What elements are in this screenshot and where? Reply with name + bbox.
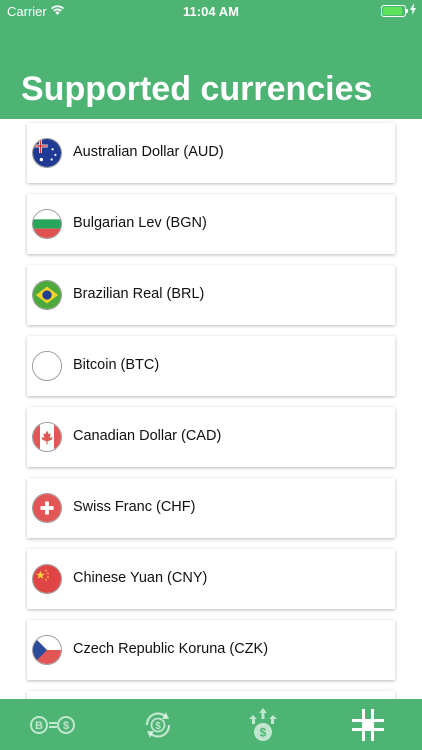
currency-row-czk[interactable]: Czech Republic Koruna (CZK) [27,620,395,680]
currency-label: Swiss Franc (CHF) [73,499,196,515]
tab-upload[interactable]: $ [233,699,293,750]
tab-refresh[interactable]: $ [128,699,188,750]
currency-row-chf[interactable]: Swiss Franc (CHF) [27,478,395,538]
clock: 11:04 AM [183,4,239,19]
czech-flag-icon [32,635,62,665]
currency-row-bgn[interactable]: Bulgarian Lev (BGN) [27,194,395,254]
charging-icon [410,3,416,18]
battery-icon [381,5,406,17]
currency-row-partial[interactable] [27,691,395,699]
currency-row-brl[interactable]: Brazilian Real (BRL) [27,265,395,325]
svg-text:$: $ [260,725,267,739]
status-bar: Carrier 11:04 AM [0,0,422,22]
canada-flag-icon [32,422,62,452]
tab-currencies[interactable] [338,699,398,750]
currency-label: Canadian Dollar (CAD) [73,428,222,444]
svg-text:$: $ [63,720,69,732]
currency-label: Czech Republic Koruna (CZK) [73,641,269,657]
currency-row-btc[interactable]: Bitcoin (BTC) [27,336,395,396]
tab-convert[interactable]: B $ [23,699,83,750]
svg-text:$: $ [155,721,161,732]
refresh-rates-icon: $ [142,709,174,741]
tab-bar: B $ $ $ [0,699,422,750]
currency-label: Australian Dollar (AUD) [73,144,224,160]
china-flag-icon [32,564,62,594]
australia-flag-icon [32,138,62,168]
brazil-flag-icon [32,280,62,310]
currency-label: Bulgarian Lev (BGN) [73,215,207,231]
currency-row-cny[interactable]: Chinese Yuan (CNY) [27,549,395,609]
upload-rates-icon: $ [248,707,278,743]
svg-text:B: B [35,720,43,732]
blank-flag-icon [32,351,62,381]
currency-label: Chinese Yuan (CNY) [73,570,208,586]
bulgaria-flag-icon [32,209,62,239]
currency-list[interactable]: Australian Dollar (AUD) Bulgarian Lev (B… [0,119,422,699]
currency-label: Bitcoin (BTC) [73,357,160,373]
switzerland-flag-icon [32,493,62,523]
header: Carrier 11:04 AM Supported currencies [0,0,422,119]
battery-tip [406,9,408,13]
currencies-grid-icon [351,708,385,742]
convert-icon: B $ [30,714,76,736]
page-title: Supported currencies [21,70,373,108]
currency-row-cad[interactable]: Canadian Dollar (CAD) [27,407,395,467]
currency-label: Brazilian Real (BRL) [73,286,205,302]
currency-row-aud[interactable]: Australian Dollar (AUD) [27,123,395,183]
